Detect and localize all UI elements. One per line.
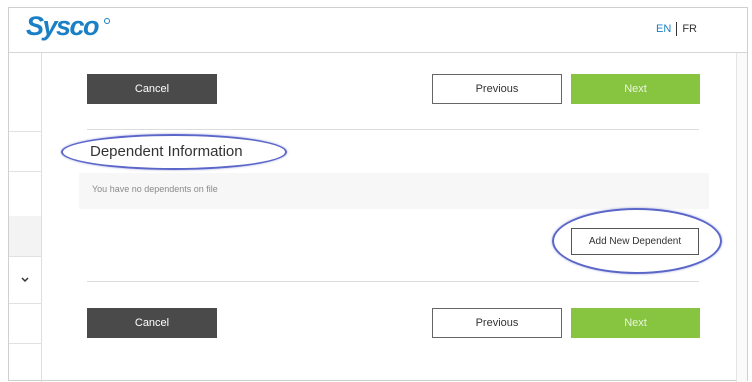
section-title: Dependent Information: [90, 143, 243, 160]
lang-fr-link[interactable]: FR: [682, 23, 697, 35]
cancel-button-bottom[interactable]: Cancel: [87, 308, 217, 338]
trademark-icon: [104, 18, 110, 24]
lang-separator: [676, 22, 678, 36]
left-sidebar: [9, 53, 42, 382]
sidebar-divider: [9, 303, 42, 304]
lang-en-link[interactable]: EN: [656, 23, 671, 35]
chevron-down-icon[interactable]: [18, 273, 32, 287]
previous-button-top[interactable]: Previous: [432, 74, 562, 104]
section-divider-bottom: [87, 281, 699, 282]
next-button-bottom[interactable]: Next: [571, 308, 700, 338]
language-switcher: EN FR: [656, 22, 697, 36]
scrollbar-track[interactable]: [736, 53, 747, 382]
no-dependents-message: You have no dependents on file: [92, 184, 218, 194]
previous-button-bottom[interactable]: Previous: [432, 308, 562, 338]
sidebar-divider: [9, 131, 42, 132]
add-new-dependent-button[interactable]: Add New Dependent: [571, 228, 699, 255]
next-button-top[interactable]: Next: [571, 74, 700, 104]
cancel-button-top[interactable]: Cancel: [87, 74, 217, 104]
top-header: Sysco EN FR: [9, 8, 747, 53]
sidebar-divider: [9, 171, 42, 172]
section-divider-top: [87, 129, 699, 130]
sidebar-divider: [9, 256, 42, 257]
app-window: Sysco EN FR Cancel Previous Next Depende…: [8, 7, 748, 382]
sidebar-active-band: [9, 216, 41, 256]
sidebar-divider: [9, 343, 42, 344]
sysco-logo[interactable]: Sysco: [26, 11, 100, 42]
